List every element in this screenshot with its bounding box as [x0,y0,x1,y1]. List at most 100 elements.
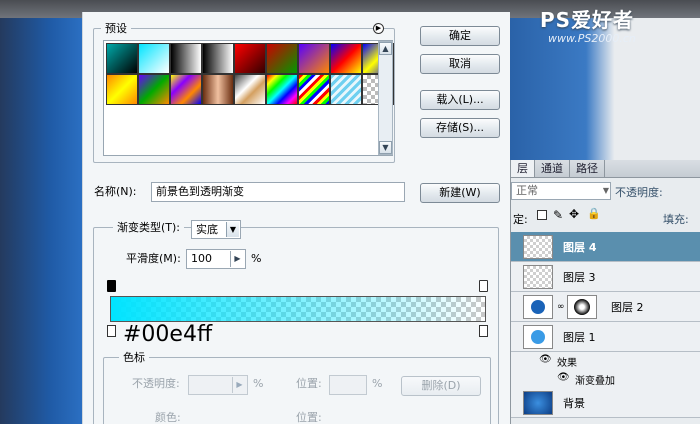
opacity-stop-left[interactable] [107,280,116,292]
preset-swatch-transparent-stripes[interactable] [330,74,362,105]
layer-mask-thumbnail[interactable] [567,295,597,319]
opacity-stop-right[interactable] [479,280,488,292]
smoothness-unit: % [251,252,262,265]
location-input[interactable] [329,375,367,395]
presets-scrollbar[interactable]: ▲ ▼ [378,41,393,155]
watermark-url: www.PS2000.cn [548,32,636,45]
lock-all-icon[interactable]: 🔒 [587,207,601,220]
effect-item-label: 渐变叠加 [575,376,615,387]
layer-list: 图层 4 图层 3 ∞ 图层 2 图层 1 👁 效果 👁 渐变叠加 背景 [511,232,700,424]
fill-label: 填充: [663,213,689,226]
location-label: 位置: [296,377,322,390]
preset-swatch-yellow-violet-orange-blue[interactable] [170,74,202,105]
layer-thumbnail [523,391,553,415]
preset-swatch-chrome[interactable] [234,74,266,105]
preset-grid [106,43,394,109]
lock-brush-icon[interactable]: ✎ [553,208,563,222]
layer-row[interactable]: 背景 [511,388,700,418]
preset-swatch-red-black[interactable] [234,43,266,74]
ok-button[interactable]: 确定 [420,26,500,46]
layer-row[interactable]: ∞ 图层 2 [511,292,700,322]
smoothness-label: 平滑度(M): [126,252,181,265]
preset-swatch-cyan-black[interactable] [106,43,138,74]
layer-thumbnail [523,295,553,319]
slider-arrow-icon[interactable]: ▶ [230,251,244,267]
lock-transparency-icon[interactable] [537,210,547,220]
gradient-type-label: 渐变类型(T): [113,219,185,235]
preset-swatch-orange-yellow-orange[interactable] [106,74,138,105]
cancel-button[interactable]: 取消 [420,54,500,74]
layers-panel: 层 通道 路径 正常 ▼ 不透明度: 定: ✎ ✥ 🔒 填充: 图层 4 图层 … [510,160,700,424]
name-label: 名称(N): [94,185,137,198]
chain-link-icon[interactable]: ∞ [557,302,565,312]
presets-label: 预设 [101,20,131,36]
color-stop-right[interactable] [479,325,488,337]
tab-layers[interactable]: 层 [511,160,535,177]
chevron-down-icon: ▼ [602,186,609,195]
layer-name: 图层 1 [563,331,596,344]
preset-swatch-black-transparent[interactable] [202,43,234,74]
scroll-up-icon[interactable]: ▲ [379,42,392,55]
preset-swatch-violet-orange[interactable] [298,43,330,74]
layer-opacity-label: 不透明度: [615,186,663,199]
gradient-type-select[interactable]: 实底 ▼ [191,220,241,239]
presets-menu-icon[interactable]: ▶ [373,23,384,34]
circle-icon [531,330,545,344]
layer-row[interactable]: 图层 3 [511,262,700,292]
smoothness-input[interactable]: 100 ▶ [186,249,246,269]
chevron-down-icon: ▼ [226,222,239,237]
preset-swatch-transparent-rainbow[interactable] [298,74,330,105]
location-unit: % [372,377,383,390]
opacity-input[interactable]: ▶ [188,375,248,395]
layer-name: 图层 4 [563,241,597,254]
load-button[interactable]: 载入(L)... [420,90,500,110]
color-label: 颜色: [155,411,181,424]
gradient-editor-dialog: 预设 ▶ ▲ ▼ 确定 取消 载入(L)... 存储(S)... 名称(N): … [82,12,510,424]
layer-name: 背景 [563,397,585,410]
effects-row[interactable]: 👁 效果 [511,352,700,370]
scroll-down-icon[interactable]: ▼ [379,141,392,154]
circle-icon [531,300,545,314]
tab-channels[interactable]: 通道 [535,160,570,177]
save-button[interactable]: 存储(S)... [420,118,500,138]
preset-swatch-blue-red-yellow[interactable] [330,43,362,74]
name-input[interactable]: 前景色到透明渐变 [151,182,405,202]
workspace-left [0,0,82,424]
presets-list: ▲ ▼ [103,40,394,156]
location-label-2: 位置: [296,411,322,424]
mask-circle-icon [574,299,590,315]
layer-row[interactable]: 图层 1 [511,322,700,352]
preset-swatch-copper[interactable] [202,74,234,105]
eye-icon[interactable]: 👁 [557,372,570,383]
preset-swatch-spectrum[interactable] [266,74,298,105]
preset-swatch-cyan-transparent[interactable] [138,43,170,74]
color-stop-left[interactable] [107,325,116,337]
layer-thumbnail [523,265,553,289]
blend-mode-select[interactable]: 正常 ▼ [511,182,611,200]
lock-move-icon[interactable]: ✥ [569,207,579,221]
layer-thumbnail [523,235,553,259]
preset-swatch-red-green[interactable] [266,43,298,74]
layer-name: 图层 2 [611,301,644,314]
layer-row[interactable]: 图层 4 [511,232,700,262]
gradient-preview-bar[interactable] [110,296,486,322]
eye-icon[interactable]: 👁 [539,354,552,365]
new-button[interactable]: 新建(W) [420,183,500,203]
tab-paths[interactable]: 路径 [570,160,605,177]
lock-label: 定: [513,213,528,226]
opacity-unit: % [253,377,264,390]
delete-button[interactable]: 删除(D) [401,376,481,396]
effects-label: 效果 [557,358,577,369]
gradient-color-hex: #00e4ff [123,322,213,347]
stops-group-label: 色标 [119,349,149,365]
smoothness-value: 100 [191,252,212,265]
layer-name: 图层 3 [563,271,596,284]
effect-item-row[interactable]: 👁 渐变叠加 [511,370,700,388]
layer-thumbnail [523,325,553,349]
opacity-slider-icon[interactable]: ▶ [232,377,246,393]
preset-swatch-black-white[interactable] [170,43,202,74]
opacity-label: 不透明度: [132,377,180,390]
layers-tabs: 层 通道 路径 [511,160,700,178]
preset-swatch-violet-green-orange[interactable] [138,74,170,105]
gradient-type-value: 实底 [196,223,218,236]
